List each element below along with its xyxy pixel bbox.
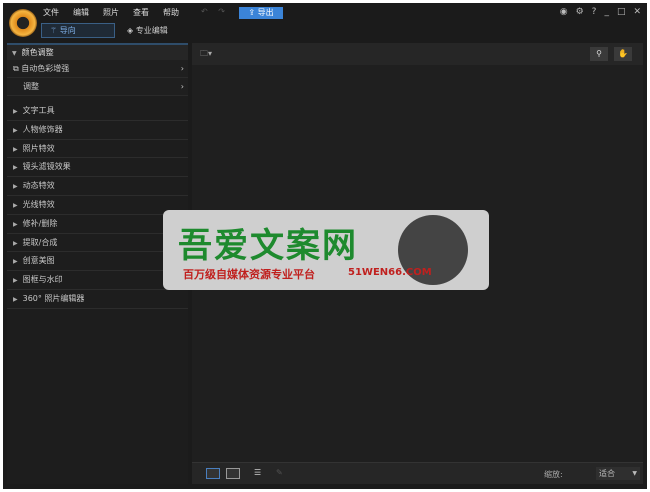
menu-view[interactable]: 查看 (133, 7, 149, 18)
watermark-title: 吾爱文案网 (178, 226, 358, 266)
chevron-right-icon: › (180, 82, 184, 91)
menu-edit[interactable]: 编辑 (73, 7, 89, 18)
brush-icon[interactable]: ✎ (276, 468, 290, 479)
triangle-right-icon: ▶ (13, 239, 18, 247)
search-icon[interactable]: ⚲ (590, 47, 608, 61)
triangle-right-icon: ▶ (13, 145, 18, 153)
sidebar-item[interactable]: ▶ 创意美图 (7, 252, 188, 272)
triangle-right-icon: ▶ (13, 108, 18, 115)
sidebar-item[interactable]: ▶ 修补/删除 (7, 215, 188, 234)
sidebar-item[interactable]: ▶ 动态特效 (7, 177, 188, 196)
menu-help[interactable]: 帮助 (163, 7, 179, 18)
wand-icon: ⚚ (50, 26, 60, 35)
sidebar-item[interactable]: ▶ 光线特效 (7, 196, 188, 215)
menu-photo[interactable]: 照片 (103, 7, 119, 18)
triangle-right-icon: ▶ (13, 220, 18, 228)
watermark-subtitle: 百万级自媒体资源专业平台 (183, 268, 315, 281)
hand-icon[interactable]: ✋ (614, 47, 632, 61)
sidebar-item[interactable]: ▶ 360° 照片编辑器 (7, 290, 188, 309)
triangle-right-icon: ▶ (13, 277, 18, 285)
triangle-right-icon: ▶ (13, 183, 18, 191)
zoom-select[interactable]: 适合 ▼ (596, 467, 640, 480)
chevron-right-icon: › (180, 64, 184, 73)
main-toolbar: 🗀▾ ⚲ ✋ (192, 43, 643, 65)
triangle-right-icon: ▶ (13, 126, 18, 134)
tab-guide[interactable]: ⚚ 导向 (41, 23, 115, 38)
menu-bar: 文件 编辑 照片 查看 帮助 (43, 7, 179, 18)
sidebar-header-color[interactable]: ▼ 颜色调整 (7, 45, 188, 60)
sidebar-sub-adjust[interactable]: 调整 › (7, 78, 188, 96)
bottom-bar: ☰ ✎ 缩放: 适合 ▼ (192, 462, 643, 484)
tab-pro-edit[interactable]: ◈ 专业编辑 (127, 24, 168, 37)
layers-icon: ◈ (127, 26, 136, 35)
sidebar-item[interactable]: ▶ 照片特效 (7, 140, 188, 159)
account-icon[interactable]: ◉ (560, 7, 568, 17)
zoom-label: 缩放: (544, 470, 563, 479)
minimize-icon[interactable]: _ (604, 7, 609, 17)
watermark-url: 51WEN66.COM (348, 267, 432, 278)
watermark: 吾爱文案网 百万级自媒体资源专业平台 51WEN66.COM (163, 210, 489, 290)
menu-file[interactable]: 文件 (43, 7, 59, 18)
sidebar: ▼ 颜色调整 ⧉ 自动色彩增强 › 调整 › ▶ 文字工具 ▶ 人物修饰器 ▶ 照片特效 ▶ 镜头滤… (7, 43, 188, 484)
single-view-icon[interactable] (206, 468, 220, 479)
info-icon[interactable]: ☰ (254, 468, 268, 479)
sidebar-sub-auto-color[interactable]: ⧉ 自动色彩增强 › (7, 60, 188, 78)
chevron-down-icon: ▼ (632, 470, 637, 477)
triangle-down-icon: ▼ (12, 50, 17, 57)
triangle-right-icon: ▶ (13, 295, 18, 303)
sidebar-item[interactable]: ▶ 提取/合成 (7, 234, 188, 253)
window-controls: ◉ ⚙ ? _ □ ✕ (560, 7, 641, 17)
maximize-icon[interactable]: □ (617, 7, 626, 17)
compare-view-icon[interactable] (226, 468, 240, 479)
close-icon[interactable]: ✕ (633, 7, 641, 17)
folder-icon[interactable]: 🗀▾ (200, 48, 212, 62)
gear-icon[interactable]: ⚙ (576, 7, 584, 17)
sidebar-item[interactable]: ▶ 图框与水印 (7, 271, 188, 290)
help-icon[interactable]: ? (592, 7, 597, 17)
export-button[interactable]: ⇪ 导出 (239, 7, 283, 19)
triangle-right-icon: ▶ (13, 258, 18, 266)
undo-redo-buttons[interactable]: ↶ ↷ (201, 7, 229, 16)
triangle-right-icon: ▶ (13, 201, 18, 209)
sidebar-item[interactable]: ▶ 镜头滤镜效果 (7, 158, 188, 178)
triangle-right-icon: ▶ (13, 164, 18, 172)
app-logo (9, 9, 37, 37)
sidebar-item[interactable]: ▶ 人物修饰器 (7, 121, 188, 140)
sidebar-item[interactable]: ▶ 文字工具 (7, 102, 188, 121)
